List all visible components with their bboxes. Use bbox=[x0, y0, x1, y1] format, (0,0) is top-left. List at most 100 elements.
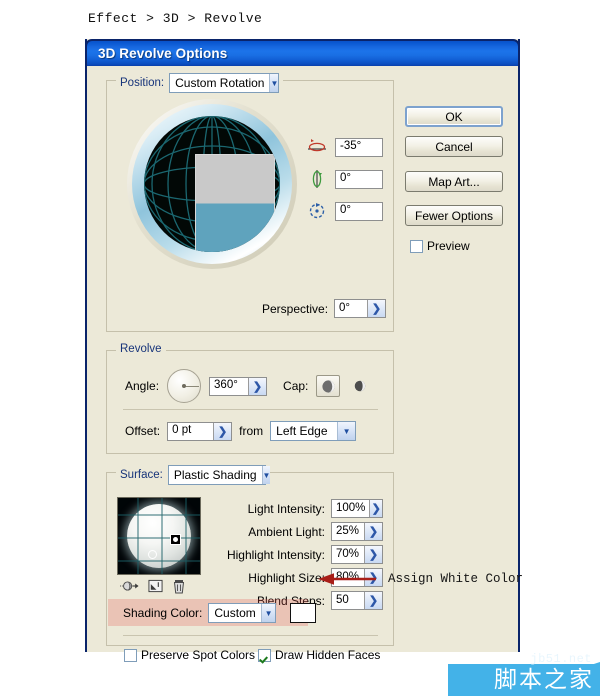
shading-color-swatch[interactable] bbox=[290, 603, 317, 623]
preview-checkbox[interactable]: Preview bbox=[410, 239, 503, 253]
shading-color-value: Custom bbox=[214, 606, 256, 620]
rotate-x-row: -35° bbox=[307, 137, 383, 157]
shading-color-row: Shading Color: Custom ▼ bbox=[123, 603, 317, 623]
cap-label: Cap: bbox=[283, 379, 309, 393]
cap-solid-button[interactable] bbox=[316, 375, 341, 397]
param-stepper-icon[interactable]: ❯ bbox=[364, 523, 382, 540]
angle-dial[interactable] bbox=[167, 369, 202, 403]
light-preview-widget[interactable] bbox=[117, 497, 201, 575]
dialog-body: Position: Custom Rotation ▼ -35° 0° 0° P… bbox=[87, 66, 518, 662]
surface-shading-dropdown[interactable]: Plastic Shading ▼ bbox=[167, 465, 271, 485]
button-column: OK Cancel Map Art... Fewer Options Previ… bbox=[405, 106, 503, 253]
param-row-highlight-intensity: Highlight Intensity: 70% ❯ bbox=[217, 543, 383, 566]
surface-shading-value: Plastic Shading bbox=[173, 468, 257, 482]
watermark-band bbox=[448, 659, 600, 696]
surface-params-list: Light Intensity: 100% ❯ Ambient Light: 2… bbox=[217, 497, 383, 612]
cap-hollow-icon bbox=[355, 380, 366, 392]
param-row-light-intensity: Light Intensity: 100% ❯ bbox=[217, 497, 383, 520]
rotate-x-field[interactable]: -35° bbox=[335, 137, 383, 157]
rotate-z-field[interactable]: 0° bbox=[335, 201, 383, 221]
offset-field[interactable]: 0 pt ❯ bbox=[167, 421, 233, 441]
chevron-down-icon[interactable]: ▼ bbox=[269, 74, 279, 92]
offset-row: Offset: 0 pt ❯ from Left Edge ▼ bbox=[125, 421, 357, 441]
watermark-band-base bbox=[448, 664, 600, 696]
fewer-options-button[interactable]: Fewer Options bbox=[405, 205, 503, 226]
preserve-spot-colors-label: Preserve Spot Colors bbox=[141, 648, 256, 662]
watermark-name: 脚本之家 bbox=[494, 667, 594, 693]
chevron-down-icon[interactable]: ▼ bbox=[261, 466, 271, 484]
param-field[interactable]: 70% ❯ bbox=[331, 545, 383, 564]
perspective-value: 0° bbox=[335, 300, 368, 317]
position-preset-dropdown[interactable]: Custom Rotation ▼ bbox=[169, 73, 280, 93]
menu-path-caption: Effect > 3D > Revolve bbox=[88, 11, 263, 26]
surface-group-label: Surface: Plastic Shading ▼ bbox=[116, 465, 271, 485]
perspective-stepper-icon[interactable]: ❯ bbox=[367, 300, 386, 317]
light-preview-grid-icon bbox=[118, 498, 200, 574]
param-value: 25% bbox=[332, 523, 364, 540]
perspective-field[interactable]: 0° ❯ bbox=[334, 299, 387, 318]
param-label: Ambient Light: bbox=[248, 524, 325, 539]
position-label-text: Position: bbox=[120, 77, 165, 89]
position-group-label: Position: Custom Rotation ▼ bbox=[116, 73, 284, 93]
param-label: Highlight Intensity: bbox=[226, 547, 325, 562]
annotation-text: Assign White Color bbox=[388, 572, 524, 586]
rotate-y-value: 0° bbox=[336, 170, 382, 188]
surface-label-text: Surface: bbox=[120, 469, 163, 481]
rotate-z-value: 0° bbox=[336, 202, 382, 220]
annotation-arrow-icon bbox=[318, 573, 376, 585]
map-art-button[interactable]: Map Art... bbox=[405, 171, 503, 192]
preview-globe[interactable] bbox=[144, 116, 280, 252]
param-label: Light Intensity: bbox=[247, 501, 325, 516]
rotate-z-axis-icon bbox=[309, 203, 325, 219]
light-source-selected-handle[interactable] bbox=[170, 534, 181, 545]
offset-from-dropdown[interactable]: Left Edge ▼ bbox=[270, 421, 357, 441]
draw-hidden-faces-label: Draw Hidden Faces bbox=[275, 648, 381, 662]
checkbox-box[interactable] bbox=[410, 239, 423, 253]
param-field[interactable]: 100% ❯ bbox=[331, 499, 383, 518]
revolve-divider bbox=[123, 409, 378, 410]
shading-color-dropdown[interactable]: Custom ▼ bbox=[208, 603, 277, 623]
param-field[interactable]: 25% ❯ bbox=[331, 522, 383, 541]
rotate-x-axis-icon bbox=[308, 139, 326, 152]
cap-hollow-button[interactable] bbox=[348, 375, 372, 397]
position-group: Position: Custom Rotation ▼ -35° 0° 0° P… bbox=[106, 73, 394, 332]
cancel-button[interactable]: Cancel bbox=[405, 136, 503, 157]
preserve-spot-colors-checkbox[interactable]: Preserve Spot Colors bbox=[124, 648, 255, 662]
revolve-group: Revolve Angle: 360° ❯ Cap: Offset: 0 pt … bbox=[106, 343, 394, 454]
light-toolbar bbox=[117, 577, 201, 595]
param-field[interactable]: 50 ❯ bbox=[331, 591, 383, 610]
revolve-label-text: Revolve bbox=[120, 343, 162, 355]
chevron-down-icon[interactable]: ▼ bbox=[260, 604, 276, 622]
checkbox-box[interactable] bbox=[124, 648, 137, 662]
position-preview-widget[interactable] bbox=[127, 99, 297, 269]
offset-stepper-icon[interactable]: ❯ bbox=[213, 422, 232, 440]
rotate-x-value: -35° bbox=[336, 138, 382, 156]
param-stepper-icon[interactable]: ❯ bbox=[364, 592, 382, 609]
angle-field[interactable]: 360° ❯ bbox=[209, 376, 268, 396]
preview-object-shape bbox=[195, 154, 275, 252]
angle-stepper-icon[interactable]: ❯ bbox=[248, 377, 267, 395]
param-label: Highlight Size: bbox=[248, 570, 325, 585]
rotate-y-row: 0° bbox=[307, 169, 383, 189]
param-stepper-icon[interactable]: ❯ bbox=[364, 546, 382, 563]
chevron-down-icon[interactable]: ▼ bbox=[337, 422, 356, 440]
dialog-titlebar: 3D Revolve Options bbox=[85, 39, 520, 66]
cap-solid-icon bbox=[322, 379, 335, 393]
offset-value: 0 pt bbox=[168, 422, 214, 440]
ok-button[interactable]: OK bbox=[405, 106, 503, 127]
new-light-icon[interactable] bbox=[148, 579, 163, 593]
rotate-y-axis-icon bbox=[312, 170, 322, 188]
perspective-label: Perspective: bbox=[262, 301, 329, 316]
shading-color-label: Shading Color: bbox=[123, 606, 203, 620]
checkbox-box[interactable] bbox=[258, 648, 271, 662]
light-source-handle[interactable] bbox=[148, 550, 157, 559]
draw-hidden-faces-checkbox[interactable]: Draw Hidden Faces bbox=[258, 648, 380, 662]
param-stepper-icon[interactable]: ❯ bbox=[369, 500, 382, 517]
offset-label: Offset: bbox=[125, 424, 161, 438]
move-light-back-icon[interactable] bbox=[120, 579, 139, 593]
rotate-y-field[interactable]: 0° bbox=[335, 169, 383, 189]
angle-value: 360° bbox=[210, 377, 249, 395]
perspective-row: Perspective: 0° ❯ bbox=[262, 299, 387, 318]
surface-group: Surface: Plastic Shading ▼ Light Intensi… bbox=[106, 465, 394, 646]
delete-light-icon[interactable] bbox=[172, 579, 186, 594]
